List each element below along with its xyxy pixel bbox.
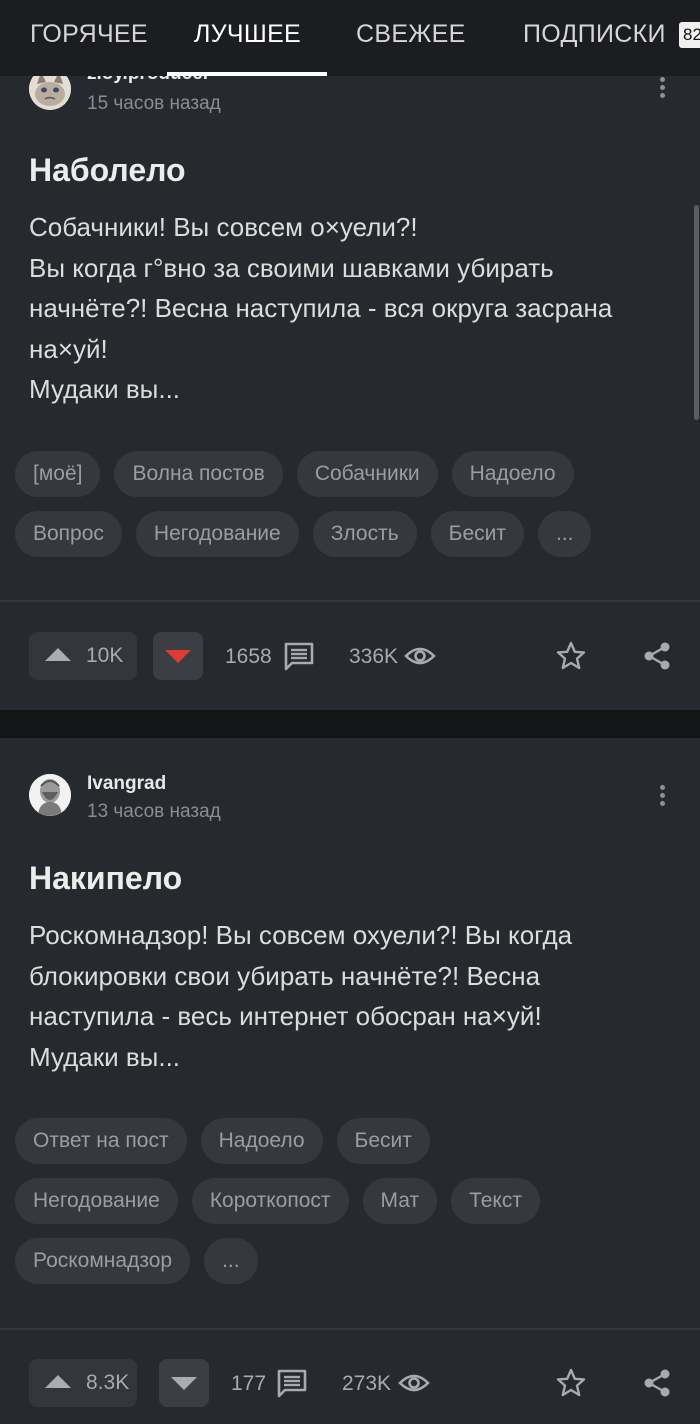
tag[interactable]: Бесит — [336, 1118, 430, 1164]
post-separator — [0, 710, 700, 738]
rating-value: 8.3K — [86, 1371, 130, 1394]
post-time: 15 часов назад — [87, 93, 221, 114]
bust-avatar-icon — [29, 774, 71, 816]
upvote-button[interactable]: 8.3K — [29, 1359, 137, 1407]
post-body-line: Собачники! Вы совсем о×уели?! — [29, 212, 418, 242]
tag[interactable]: Надоело — [200, 1118, 323, 1164]
post-time: 13 часов назад — [87, 801, 221, 822]
tag[interactable]: Ответ на пост — [15, 1118, 187, 1164]
comment-icon[interactable] — [276, 1368, 308, 1398]
tag[interactable]: Волна постов — [114, 451, 283, 497]
tag[interactable]: Текст — [451, 1178, 540, 1224]
more-tags-button[interactable]: ... — [204, 1238, 258, 1284]
tag[interactable]: Роскомнадзор — [15, 1238, 191, 1284]
author-avatar[interactable] — [29, 774, 71, 816]
tag[interactable]: Мат — [362, 1178, 438, 1224]
more-tags-button[interactable]: ... — [537, 511, 592, 557]
share-icon[interactable] — [641, 640, 673, 672]
more-options-icon[interactable] — [652, 74, 672, 102]
top-tab-bar: ГОРЯЧЕЕ ЛУЧШЕЕ СВЕЖЕЕ ПОДПИСКИ 82 — [0, 0, 700, 76]
tag[interactable]: Вопрос — [15, 511, 122, 557]
tag-list: Ответ на пост Надоело Бесит Негодование … — [15, 1118, 685, 1298]
share-icon[interactable] — [641, 1367, 673, 1399]
tag[interactable]: Надоело — [451, 451, 574, 497]
tag[interactable]: Короткопост — [191, 1178, 349, 1224]
post-title[interactable]: Наболело — [29, 152, 186, 189]
post-body-line: Мудаки вы... — [29, 374, 181, 404]
tab-hot[interactable]: ГОРЯЧЕЕ — [30, 20, 148, 49]
star-icon[interactable] — [555, 640, 587, 672]
tag[interactable]: Негодование — [135, 511, 299, 557]
arrow-down-icon — [165, 650, 191, 663]
comment-icon[interactable] — [283, 641, 315, 671]
post-body: Роскомнадзор! Вы совсем охуели?! Вы когд… — [29, 915, 674, 1077]
post-body-line: начнёте?! Весна наступила - вся округа з… — [29, 293, 613, 323]
post-title[interactable]: Накипело — [29, 860, 182, 897]
views-count: 273K — [342, 1372, 392, 1395]
downvote-button[interactable] — [159, 1359, 209, 1407]
post-card: Ivangrad 13 часов назад Накипело Роскомн… — [0, 738, 700, 1424]
divider — [0, 1328, 700, 1330]
tag[interactable]: [моё] — [15, 451, 101, 497]
post-body-line: на×уй! — [29, 333, 108, 364]
post-body-line: наступила - весь интернет обосран на×уй! — [29, 1001, 542, 1031]
eye-icon — [398, 1374, 430, 1392]
post-body-line: Роскомнадзор! Вы совсем охуели?! Вы когд… — [29, 920, 573, 950]
tab-best[interactable]: ЛУЧШЕЕ — [194, 20, 301, 49]
tag[interactable]: Негодование — [15, 1178, 178, 1224]
tab-fresh[interactable]: СВЕЖЕЕ — [356, 20, 466, 49]
arrow-up-icon — [45, 1375, 71, 1388]
post-body-line: блокировки свои убирать начнёте?! Весна — [29, 960, 541, 991]
arrow-up-icon — [45, 648, 71, 661]
tag[interactable]: Злость — [312, 511, 417, 557]
upvote-button[interactable]: 10K — [29, 632, 137, 680]
post-body-line: Вы когда г°вно за своими шавками убирать — [29, 252, 554, 283]
post-card: zloy.producer 15 часов назад Наболело Со… — [0, 0, 700, 710]
active-tab-indicator — [167, 72, 327, 76]
comments-count[interactable]: 1658 — [225, 645, 272, 669]
tag-list: [моё] Волна постов Собачники Надоело Воп… — [15, 451, 685, 571]
more-options-icon[interactable] — [652, 782, 672, 810]
comments-count[interactable]: 177 — [231, 1372, 266, 1396]
notification-badge[interactable]: 82 — [679, 22, 700, 48]
tag[interactable]: Бесит — [430, 511, 524, 557]
post-author[interactable]: Ivangrad — [87, 773, 166, 795]
downvote-button[interactable] — [153, 632, 203, 680]
rating-value: 10K — [86, 644, 124, 667]
post-body-line: Мудаки вы... — [29, 1041, 181, 1072]
arrow-down-icon — [171, 1377, 197, 1390]
post-body: Собачники! Вы совсем о×уели?! Вы когда г… — [29, 207, 674, 410]
tag[interactable]: Собачники — [296, 451, 438, 497]
scrollbar[interactable] — [694, 205, 699, 420]
views-count: 336K — [349, 645, 399, 668]
eye-icon — [404, 647, 436, 665]
divider — [0, 600, 700, 602]
tab-subscriptions[interactable]: ПОДПИСКИ — [523, 20, 666, 49]
star-icon[interactable] — [555, 1367, 587, 1399]
